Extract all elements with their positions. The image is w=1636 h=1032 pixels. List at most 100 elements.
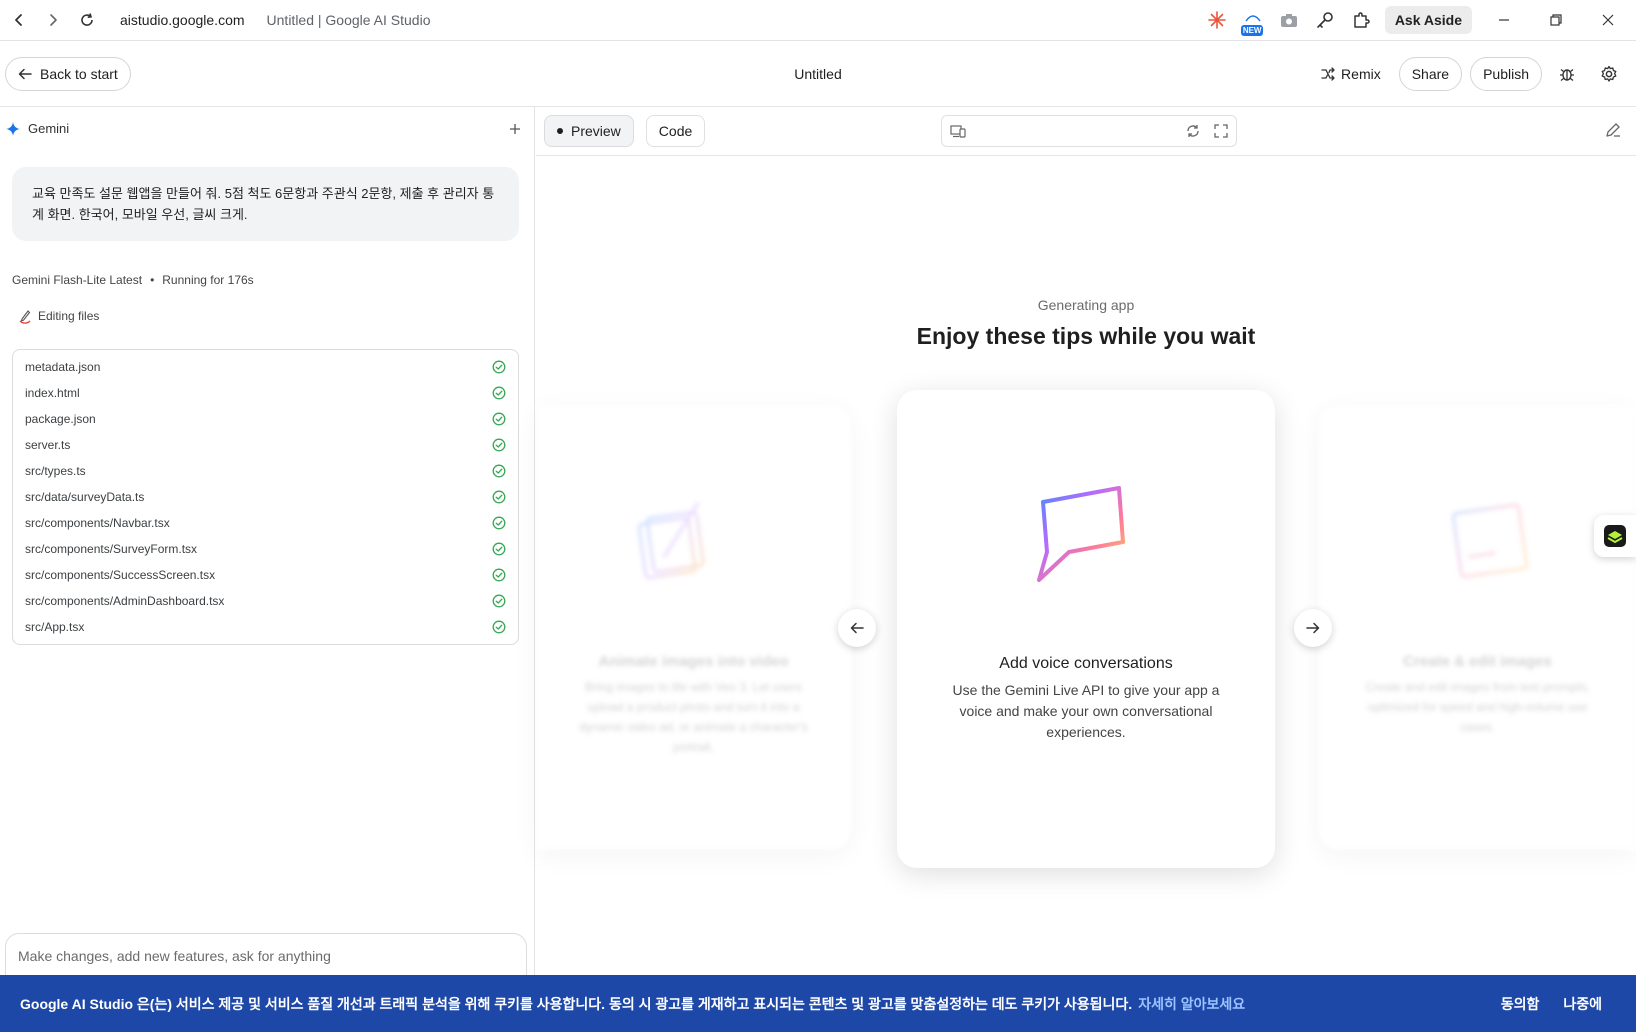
ask-aside-button[interactable]: Ask Aside bbox=[1384, 6, 1472, 34]
puzzle-extensions-icon[interactable] bbox=[1349, 8, 1373, 32]
file-name: src/data/surveyData.ts bbox=[25, 490, 145, 504]
file-item[interactable]: src/types.ts bbox=[13, 458, 518, 484]
bug-icon[interactable] bbox=[1550, 57, 1584, 91]
file-item[interactable]: src/components/AdminDashboard.tsx bbox=[13, 588, 518, 614]
file-item[interactable]: src/components/Navbar.tsx bbox=[13, 510, 518, 536]
model-name: Gemini bbox=[28, 121, 70, 136]
preview-address-bar[interactable] bbox=[941, 115, 1237, 147]
check-circle-icon bbox=[492, 490, 506, 504]
user-prompt: 교육 만족도 설문 웹앱을 만들어 줘. 5점 척도 6문항과 주관식 2문항,… bbox=[12, 167, 519, 241]
fullscreen-icon[interactable] bbox=[1214, 124, 1228, 138]
app-header: Back to start Untitled Remix Share Publi… bbox=[0, 41, 1636, 107]
tip-card-create-edit-images[interactable]: Create & edit images Create and edit ima… bbox=[1319, 405, 1636, 850]
check-circle-icon bbox=[492, 464, 506, 478]
floating-widget[interactable] bbox=[1594, 515, 1636, 557]
file-item[interactable]: index.html bbox=[13, 380, 518, 406]
key-icon[interactable] bbox=[1313, 8, 1337, 32]
preview-toolbar: Preview Code bbox=[536, 107, 1636, 156]
file-item[interactable]: package.json bbox=[13, 406, 518, 432]
check-circle-icon bbox=[492, 360, 506, 374]
file-name: src/components/SuccessScreen.tsx bbox=[25, 568, 216, 582]
file-name: src/types.ts bbox=[25, 464, 86, 478]
tip-card-desc: Create and edit images from text prompts… bbox=[1365, 680, 1590, 734]
file-name: metadata.json bbox=[25, 360, 101, 374]
file-item[interactable]: src/components/SurveyForm.tsx bbox=[13, 536, 518, 562]
chat-panel: Gemini 교육 만족도 설문 웹앱을 만들어 줘. 5점 척도 6문항과 주… bbox=[0, 107, 535, 993]
forward-arrow-icon[interactable] bbox=[38, 5, 68, 35]
tip-card-voice-conversations[interactable]: Add voice conversations Use the Gemini L… bbox=[897, 390, 1275, 868]
file-item[interactable]: metadata.json bbox=[13, 354, 518, 380]
file-name: src/components/AdminDashboard.tsx bbox=[25, 594, 225, 608]
check-circle-icon bbox=[492, 542, 506, 556]
file-name: server.ts bbox=[25, 438, 71, 452]
header-actions: Remix Share Publish bbox=[1311, 56, 1636, 91]
remix-label: Remix bbox=[1341, 65, 1381, 82]
address-bar-url[interactable]: aistudio.google.com bbox=[120, 12, 245, 28]
tip-card-animate-video[interactable]: Animate images into video Bring images t… bbox=[536, 405, 851, 850]
active-dot bbox=[557, 128, 563, 134]
close-window-icon[interactable] bbox=[1588, 5, 1628, 35]
arrow-right-icon bbox=[1306, 622, 1320, 634]
tip-card-title: Create & edit images bbox=[1403, 653, 1552, 670]
voice-chat-illustration-icon bbox=[1037, 486, 1125, 582]
model-label: Gemini Flash-Lite Latest bbox=[12, 273, 143, 287]
carousel-prev-button[interactable] bbox=[838, 609, 876, 647]
pencil-spinner-icon bbox=[19, 310, 31, 324]
back-to-start-button[interactable]: Back to start bbox=[5, 56, 131, 91]
cookie-agree-button[interactable]: 동의함 bbox=[1501, 994, 1540, 1014]
tab-preview[interactable]: Preview bbox=[544, 115, 634, 147]
check-circle-icon bbox=[492, 386, 506, 400]
file-name: index.html bbox=[25, 386, 80, 400]
publish-button[interactable]: Publish bbox=[1470, 56, 1542, 91]
browser-right-tools: NEW Ask Aside bbox=[1205, 5, 1636, 36]
file-item[interactable]: src/App.tsx bbox=[13, 614, 518, 640]
device-toggle-icon[interactable] bbox=[950, 124, 966, 138]
file-item[interactable]: src/data/surveyData.ts bbox=[13, 484, 518, 510]
sparkle-extension-icon[interactable] bbox=[1205, 8, 1229, 32]
tab-code[interactable]: Code bbox=[645, 115, 706, 147]
tip-card-desc: Bring images to life with Veo 3. Let use… bbox=[579, 680, 808, 754]
check-circle-icon bbox=[492, 438, 506, 452]
reload-icon[interactable] bbox=[72, 5, 102, 35]
check-circle-icon bbox=[492, 412, 506, 426]
plus-icon[interactable] bbox=[508, 122, 522, 136]
carousel-next-button[interactable] bbox=[1294, 609, 1332, 647]
running-time: Running for 176s bbox=[162, 273, 254, 287]
remix-button[interactable]: Remix bbox=[1311, 57, 1391, 91]
status-separator: • bbox=[150, 273, 155, 287]
restore-icon[interactable] bbox=[1536, 5, 1576, 35]
cookie-learn-more-link[interactable]: 자세히 알아보세요 bbox=[1138, 994, 1245, 1014]
editing-files-label: Editing files bbox=[38, 309, 100, 323]
cookie-actions: 동의함 나중에 bbox=[1501, 994, 1616, 1014]
new-badge: NEW bbox=[1240, 25, 1264, 36]
editing-files-status: Editing files bbox=[16, 307, 99, 325]
file-name: src/App.tsx bbox=[25, 620, 85, 634]
check-circle-icon bbox=[492, 516, 506, 530]
widget-app-icon bbox=[1604, 525, 1626, 547]
file-name: src/components/SurveyForm.tsx bbox=[25, 542, 198, 556]
run-status: Gemini Flash-Lite Latest • Running for 1… bbox=[12, 273, 254, 287]
back-arrow-icon[interactable] bbox=[4, 5, 34, 35]
share-button[interactable]: Share bbox=[1398, 56, 1463, 91]
new-feature-icon[interactable]: NEW bbox=[1240, 8, 1265, 36]
tip-card-title: Add voice conversations bbox=[999, 655, 1173, 672]
preview-address-icons bbox=[1186, 124, 1228, 138]
tip-card-desc: Use the Gemini Live API to give your app… bbox=[952, 682, 1220, 740]
refresh-preview-icon[interactable] bbox=[1186, 124, 1200, 138]
camera-icon[interactable] bbox=[1277, 8, 1301, 32]
gemini-sparkle-icon bbox=[6, 121, 20, 136]
settings-gear-icon[interactable] bbox=[1592, 57, 1626, 91]
annotate-pencil-icon[interactable] bbox=[1604, 121, 1622, 139]
arrow-left-icon bbox=[18, 68, 32, 79]
file-item[interactable]: server.ts bbox=[13, 432, 518, 458]
model-header: Gemini bbox=[6, 121, 522, 136]
cookie-text: Google AI Studio 은(는) 서비스 제공 및 서비스 품질 개선… bbox=[20, 995, 1133, 1012]
cookie-later-button[interactable]: 나중에 bbox=[1563, 994, 1602, 1014]
file-list: metadata.json index.html package.json serve… bbox=[12, 349, 519, 645]
check-circle-icon bbox=[492, 568, 506, 582]
back-to-start-label: Back to start bbox=[40, 65, 118, 82]
file-item[interactable]: src/components/SuccessScreen.tsx bbox=[13, 562, 518, 588]
minimize-icon[interactable] bbox=[1484, 5, 1524, 35]
browser-nav bbox=[4, 5, 102, 35]
browser-toolbar: aistudio.google.com Untitled | Google AI… bbox=[0, 0, 1636, 41]
